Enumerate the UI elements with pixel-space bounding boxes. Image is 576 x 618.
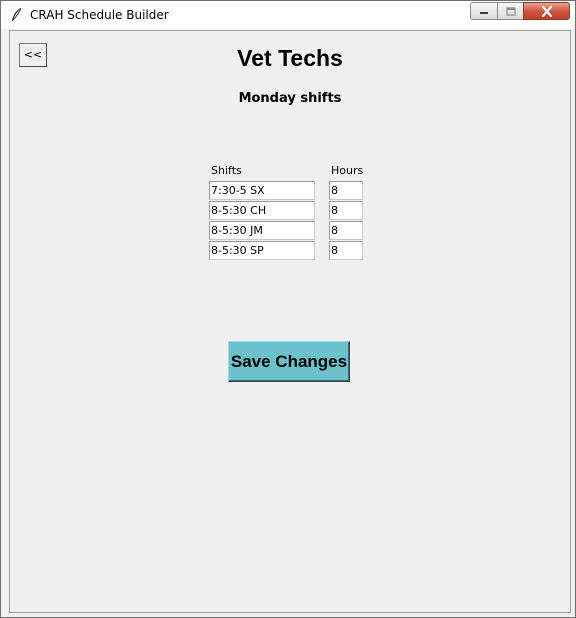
maximize-button[interactable]	[497, 2, 523, 20]
close-button[interactable]	[523, 2, 570, 20]
page-title: Vet Techs	[237, 45, 343, 71]
hours-column-header: Hours	[331, 164, 364, 177]
page-subtitle: Monday shifts	[238, 91, 342, 106]
shift-field-2[interactable]: 8-5:30 CH	[209, 201, 315, 220]
main-panel: << Vet Techs Monday shifts Shifts Hours …	[9, 30, 571, 613]
shift-field-3[interactable]: 8-5:30 JM	[209, 221, 315, 240]
window-title: CRAH Schedule Builder	[30, 8, 169, 22]
hours-field-4[interactable]: 8	[329, 241, 363, 260]
shifts-column-header: Shifts	[211, 164, 242, 177]
maximize-icon	[505, 6, 516, 16]
shift-field-4[interactable]: 8-5:30 SP	[209, 241, 315, 260]
window-controls	[470, 2, 570, 21]
save-changes-button[interactable]: Save Changes	[228, 341, 350, 382]
app-window: CRAH Schedule Builder << Vet Techs Monda…	[0, 0, 576, 618]
close-icon	[541, 5, 552, 17]
minimize-button[interactable]	[470, 2, 497, 20]
minimize-icon	[480, 12, 488, 14]
title-bar[interactable]: CRAH Schedule Builder	[1, 1, 575, 29]
hours-field-2[interactable]: 8	[329, 201, 363, 220]
feather-icon	[12, 7, 22, 21]
hours-field-1[interactable]: 8	[329, 181, 363, 200]
shift-field-1[interactable]: 7:30-5 SX	[209, 181, 315, 200]
hours-field-3[interactable]: 8	[329, 221, 363, 240]
